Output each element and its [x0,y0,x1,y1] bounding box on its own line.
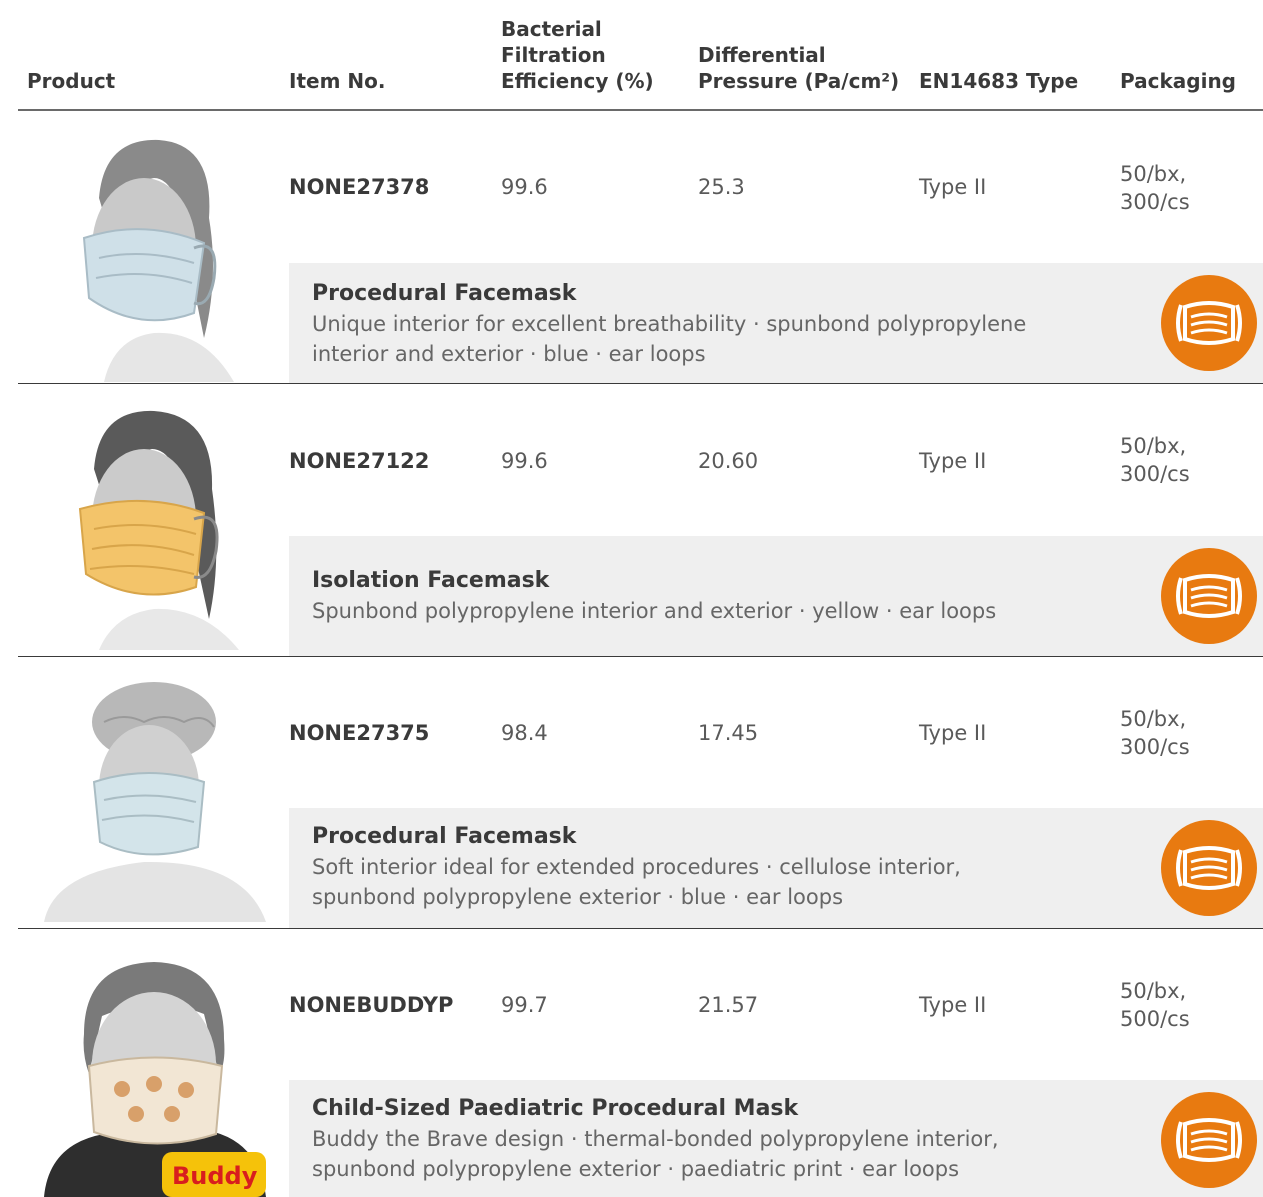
description-line: Soft interior ideal for extended procedu… [312,855,961,879]
header-bfe: Bacterial Filtration Efficiency (%) [501,17,654,93]
description: Child-Sized Paediatric Procedural Mask B… [312,1094,1123,1184]
description-line: interior and exterior · blue · ear loops [312,342,706,366]
description: Procedural Facemask Unique interior for … [312,279,1123,369]
table-row: NONE27122 99.6 20.60 Type II 50/bx, 300/… [0,384,1263,656]
header-pressure: Differential Pressure (Pa/cm²) [698,43,900,93]
bfe-value: 99.6 [501,449,548,473]
type-value: Type II [919,721,987,745]
item-number: NONEBUDDYP [289,993,454,1017]
header-type: EN14683 Type [919,69,1079,93]
svg-text:Buddy: Buddy [172,1162,258,1190]
table-row: NONE27378 99.6 25.3 Type II 50/bx, 300/c… [0,111,1263,383]
product-photo [44,682,266,922]
product-photo [44,138,266,382]
description-panel: Isolation Facemask Spunbond polypropylen… [289,536,1263,656]
table-row: NONE27375 98.4 17.45 Type II 50/bx, 300/… [0,657,1263,928]
product-photo: Buddy [44,954,266,1197]
description-line: spunbond polypropylene exterior · blue ·… [312,885,844,909]
packaging-value: 50/bx, 300/cs [1120,162,1190,214]
bfe-value: 99.7 [501,993,548,1017]
description-line: Unique interior for excellent breathabil… [312,312,1027,336]
facemask-icon [1161,548,1257,644]
description-panel: Child-Sized Paediatric Procedural Mask B… [289,1080,1263,1197]
facemask-icon [1161,275,1257,371]
facemask-icon [1161,820,1257,916]
header-packaging: Packaging [1120,69,1236,93]
header-product: Product [27,69,116,93]
item-number: NONE27122 [289,449,430,473]
table-row: Buddy NONEBUDDYP 99.7 21.57 Type II 50/b… [0,929,1263,1197]
type-value: Type II [919,993,987,1017]
table-header: Product Item No. Bacterial Filtration Ef… [0,0,1263,110]
description-line: Buddy the Brave design · thermal-bonded … [312,1127,999,1151]
bfe-value: 98.4 [501,721,548,745]
type-value: Type II [919,175,987,199]
description-panel: Procedural Facemask Soft interior ideal … [289,808,1263,928]
item-number: NONE27375 [289,721,430,745]
description: Procedural Facemask Soft interior ideal … [312,822,1123,912]
packaging-value: 50/bx, 300/cs [1120,707,1190,759]
description-line: Spunbond polypropylene interior and exte… [312,599,997,623]
product-title: Isolation Facemask [312,568,550,593]
product-title: Child-Sized Paediatric Procedural Mask [312,1096,799,1121]
description-line: spunbond polypropylene exterior · paedia… [312,1157,960,1181]
product-title: Procedural Facemask [312,824,577,849]
facemask-icon [1161,1092,1257,1188]
item-number: NONE27378 [289,175,430,199]
pressure-value: 17.45 [698,721,759,745]
packaging-value: 50/bx, 300/cs [1120,434,1190,486]
packaging-value: 50/bx, 500/cs [1120,979,1190,1031]
pressure-value: 20.60 [698,449,759,473]
pressure-value: 21.57 [698,993,759,1017]
description-panel: Procedural Facemask Unique interior for … [289,263,1263,383]
product-photo [44,409,266,650]
bfe-value: 99.6 [501,175,548,199]
type-value: Type II [919,449,987,473]
pressure-value: 25.3 [698,175,745,199]
description: Isolation Facemask Spunbond polypropylen… [312,566,1123,626]
header-item-no: Item No. [289,69,386,93]
product-title: Procedural Facemask [312,281,577,306]
